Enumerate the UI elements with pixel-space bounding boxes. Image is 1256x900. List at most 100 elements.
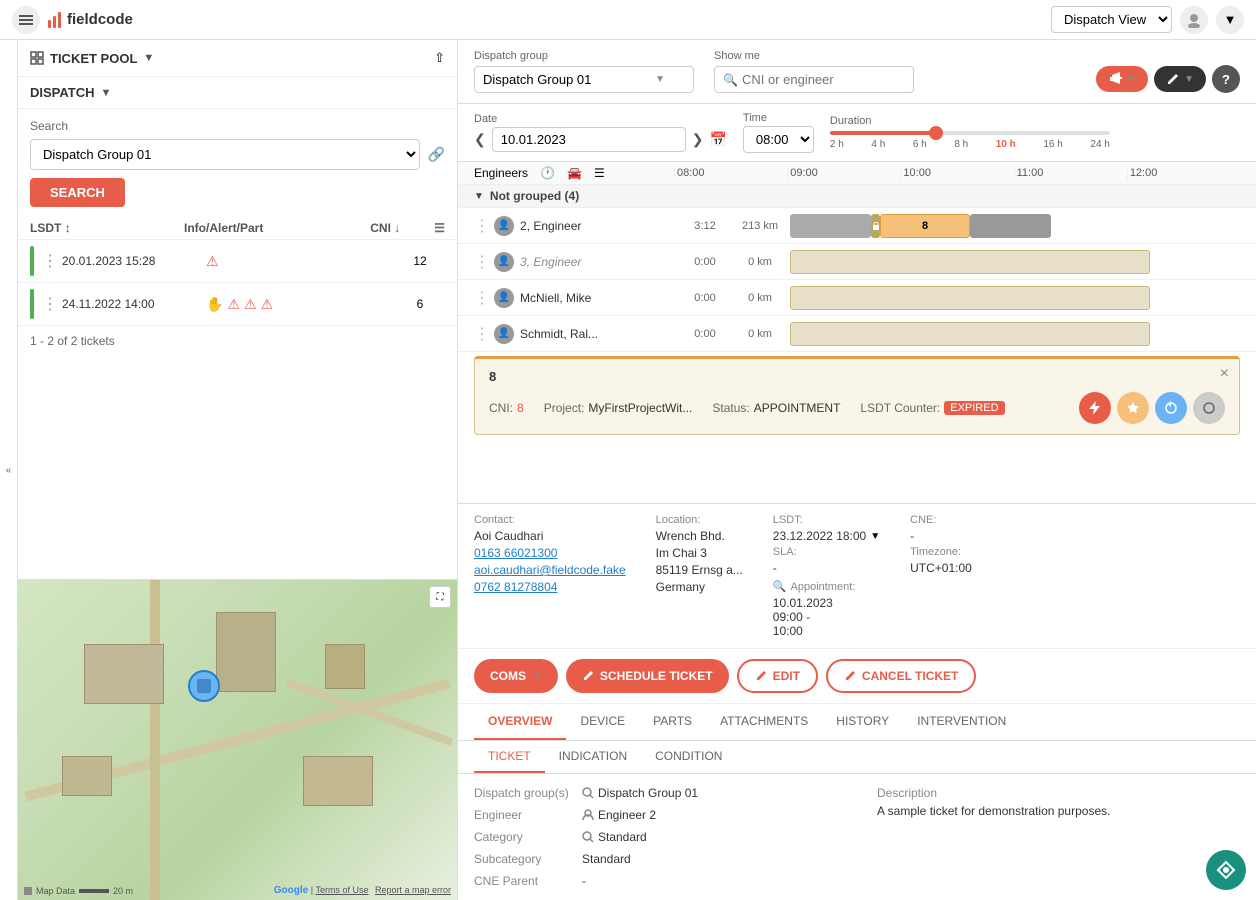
engineers-car-icon: 🚘	[567, 166, 582, 180]
engineer-km: 0 km	[730, 292, 790, 304]
appointment-label: Appointment:	[791, 581, 856, 593]
lsdt-chevron[interactable]: ▼	[870, 531, 880, 542]
table-row[interactable]: ⋮ 24.11.2022 14:00 ✋ ⚠ ⚠ ⚠ 6	[18, 283, 457, 326]
terms-of-use[interactable]: Terms of Use	[315, 885, 368, 895]
schedule-ticket-button[interactable]: SCHEDULE TICKET	[566, 659, 729, 693]
map-expand-btn[interactable]: ⛶	[429, 586, 451, 608]
timeline-block-locked	[790, 286, 1150, 310]
time-slot-11: 11:00	[1014, 167, 1127, 179]
search-icon-small	[582, 787, 594, 799]
engineer-row[interactable]: ⋮ 👤 2, Engineer 3:12 213 km 8	[458, 208, 1256, 244]
ticket-popup: × 8 CNI: 8 Project: MyFirstProjectWit...…	[474, 356, 1240, 435]
dispatch-group-row: Dispatch group(s) Dispatch Group 01	[474, 786, 837, 800]
timeline-block-ticket[interactable]: 8	[880, 214, 970, 238]
dispatch-group-field[interactable]: Dispatch Group 01 ▼	[474, 66, 694, 93]
announce-button[interactable]: ▼	[1096, 66, 1148, 92]
engineers-sort-icon[interactable]: 🕐	[540, 166, 555, 180]
cancel-ticket-button[interactable]: CANCEL TICKET	[826, 659, 976, 693]
timeline-block-locked	[790, 322, 1150, 346]
topbar-chevron-down[interactable]: ▼	[1216, 6, 1244, 34]
show-me-input[interactable]	[742, 72, 902, 87]
tab-history[interactable]: HISTORY	[822, 704, 903, 740]
tab-overview[interactable]: OVERVIEW	[474, 704, 566, 740]
engineer-timeline: 8	[790, 212, 1240, 240]
sub-tab-indication[interactable]: INDICATION	[545, 741, 641, 773]
subcategory-detail-value: Standard	[582, 852, 631, 866]
table-row[interactable]: ⋮ 20.01.2023 15:28 ⚠ 12	[18, 240, 457, 283]
duration-slider[interactable]	[830, 131, 1110, 135]
engineer-row[interactable]: ⋮ 👤 Schmidt, Ral... 0:00 0 km	[458, 316, 1256, 352]
contact-phone[interactable]: 0163 66021300	[474, 546, 626, 560]
collapse-arrow[interactable]: ⇧	[434, 50, 445, 66]
engineer-dots-menu[interactable]: ⋮	[474, 252, 490, 272]
popup-star-btn[interactable]	[1117, 392, 1149, 424]
subcategory-label: Subcategory	[474, 852, 574, 866]
ticket-pool-section: TICKET POOL ▼ ⇧ DISPATCH ▼ Search Dispat…	[18, 40, 457, 580]
detail-right: Description A sample ticket for demonstr…	[877, 786, 1240, 888]
link-icon[interactable]: 🔗	[428, 146, 445, 163]
contact-email[interactable]: aoi.caudhari@fieldcode.fake	[474, 563, 626, 577]
date-prev-arrow[interactable]: ❮	[474, 131, 486, 148]
date-next-arrow[interactable]: ❯	[692, 131, 704, 148]
pencil-icon	[1166, 72, 1180, 86]
time-slot-09: 09:00	[787, 167, 900, 179]
fieldcode-watermark	[1206, 850, 1246, 890]
row-dots-menu[interactable]: ⋮	[42, 251, 58, 271]
coms-button[interactable]: COMS ▼	[474, 659, 558, 693]
lsdt-column-header: LSDT ↕	[30, 221, 180, 235]
help-button[interactable]: ?	[1212, 65, 1240, 93]
engineer-dots-menu[interactable]: ⋮	[474, 324, 490, 344]
popup-details: CNI: 8 Project: MyFirstProjectWit... Sta…	[489, 392, 1225, 424]
sidebar-toggle[interactable]	[12, 6, 40, 34]
engineer-dots-menu[interactable]: ⋮	[474, 288, 490, 308]
engineer-row[interactable]: ⋮ 👤 McNiell, Mike 0:00 0 km	[458, 280, 1256, 316]
tab-attachments[interactable]: ATTACHMENTS	[706, 704, 822, 740]
cni-value: 6	[395, 297, 445, 311]
ticket-popup-close[interactable]: ×	[1220, 365, 1229, 383]
cne-label: CNE:	[910, 514, 972, 526]
cni-sort-icon[interactable]: ↓	[394, 221, 400, 235]
dispatch-group-dropdown[interactable]: Dispatch Group 01	[30, 139, 420, 170]
timeline-header: 08:00 09:00 10:00 11:00 12:00	[674, 167, 1240, 179]
cne-parent-detail-value: -	[582, 874, 586, 888]
row-dots-menu[interactable]: ⋮	[42, 294, 58, 314]
lsdt-value: 20.01.2023 15:28	[62, 254, 202, 268]
refresh-icon	[1164, 401, 1178, 415]
map-marker[interactable]	[188, 670, 220, 702]
edit-button[interactable]: EDIT	[737, 659, 818, 693]
map-background: ⛶ Map Data 20 m Google | Terms of Use Re	[18, 580, 457, 900]
ticket-pool-chevron[interactable]: ▼	[143, 52, 154, 64]
view-selector[interactable]: Dispatch View Map View List View	[1051, 6, 1172, 33]
sub-tab-condition[interactable]: CONDITION	[641, 741, 736, 773]
location-line3: 85119 Ernsg a...	[656, 563, 743, 577]
popup-refresh-btn[interactable]	[1155, 392, 1187, 424]
time-select[interactable]: 08:00 09:00 10:00	[743, 126, 814, 153]
engineer-name: Schmidt, Ral...	[520, 327, 680, 341]
slider-thumb[interactable]	[929, 126, 943, 140]
engineer-avatar: 👤	[494, 252, 514, 272]
report-label[interactable]: Report a map error	[375, 885, 451, 895]
filter-icon[interactable]: ☰	[434, 221, 445, 235]
contact-phone2[interactable]: 0762 81278804	[474, 580, 626, 594]
tab-parts[interactable]: PARTS	[639, 704, 706, 740]
timeline-area: Date ❮ ❯ 📅 Time 08:00 09:00 10:00 Durati…	[458, 104, 1256, 162]
engineer-dots-menu[interactable]: ⋮	[474, 216, 490, 236]
user-avatar[interactable]	[1180, 6, 1208, 34]
pencil-button[interactable]: ▼	[1154, 66, 1206, 92]
tab-intervention[interactable]: INTERVENTION	[903, 704, 1020, 740]
detail-left: Dispatch group(s) Dispatch Group 01 Engi…	[474, 786, 837, 888]
sub-tab-ticket[interactable]: TICKET	[474, 741, 545, 773]
group-row[interactable]: ▼ Not grouped (4)	[458, 185, 1256, 208]
lsdt-sort-icon[interactable]: ↕	[65, 221, 71, 235]
sidebar-collapse-btn[interactable]: «	[0, 40, 18, 900]
calendar-icon[interactable]: 📅	[709, 131, 726, 148]
tab-device[interactable]: DEVICE	[566, 704, 639, 740]
popup-cni-value[interactable]: 8	[517, 401, 524, 415]
popup-lightning-btn[interactable]	[1079, 392, 1111, 424]
date-input[interactable]	[492, 127, 686, 152]
popup-circle-btn[interactable]	[1193, 392, 1225, 424]
hand-icon: ✋	[206, 296, 223, 313]
engineer-row[interactable]: ⋮ 👤 3, Engineer 0:00 0 km	[458, 244, 1256, 280]
search-button[interactable]: SEARCH	[30, 178, 125, 207]
dispatch-chevron[interactable]: ▼	[101, 87, 112, 99]
